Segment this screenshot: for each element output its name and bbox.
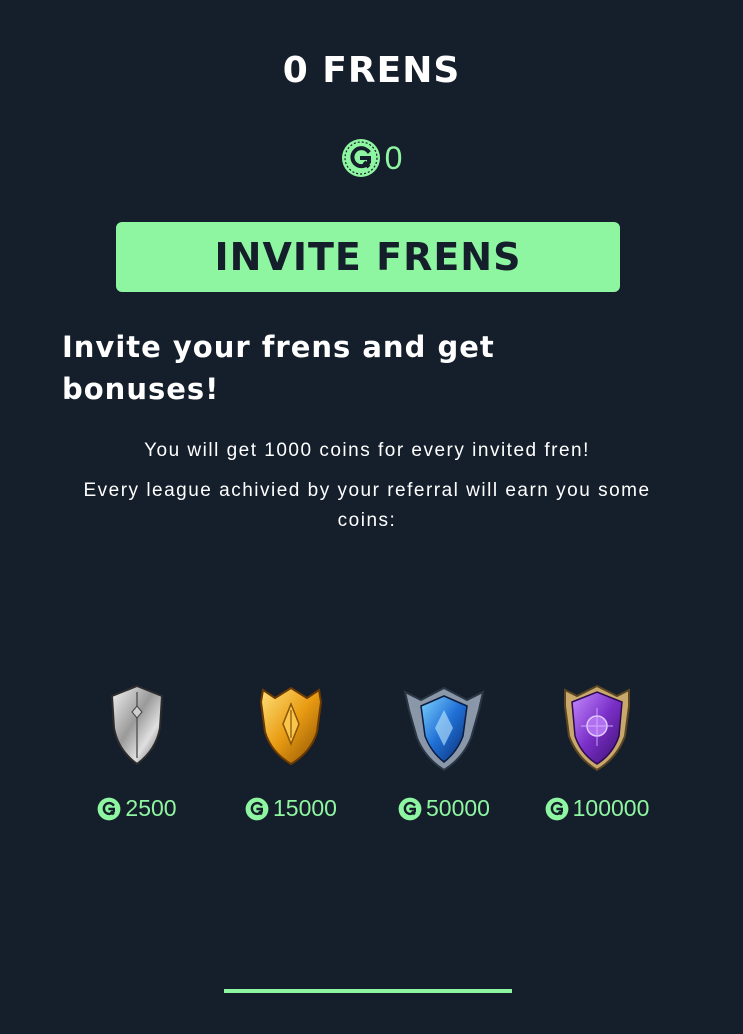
invite-frens-button[interactable]: INVITE FRENS: [116, 222, 620, 292]
coin-icon: [245, 797, 269, 821]
purple-shield-icon: [557, 680, 637, 778]
reward-value: 2500: [125, 795, 177, 821]
balance-value: 0: [384, 140, 403, 176]
silver-shield-icon: [102, 680, 172, 774]
league-rewards: 2500 15000 50000 100000: [60, 680, 700, 840]
coin-icon: [341, 138, 381, 178]
league-gold: 15000: [216, 680, 366, 830]
page-title: 0 FRENS: [282, 50, 461, 91]
invite-reward-text: You will get 1000 coins for every invite…: [144, 440, 590, 461]
coin-icon: [545, 797, 569, 821]
invite-headline: Invite your frens and get bonuses!: [62, 330, 495, 406]
reward: 2500: [62, 795, 212, 822]
league-reward-text: Every league achivied by your referral w…: [83, 480, 651, 531]
coin-icon: [398, 797, 422, 821]
home-indicator[interactable]: [224, 989, 512, 993]
reward-value: 15000: [273, 795, 337, 821]
frens-screen: 0 FRENS 0 INVITE FRENS Invite your frens…: [0, 0, 743, 1034]
reward: 15000: [216, 795, 366, 822]
reward-value: 100000: [572, 795, 650, 821]
coin-icon: [97, 797, 121, 821]
reward-value: 50000: [426, 795, 490, 821]
coin-balance: 0: [0, 138, 743, 178]
gold-shield-icon: [251, 680, 331, 774]
league-silver: 2500: [62, 680, 212, 830]
league-blue: 50000: [369, 680, 519, 830]
reward: 50000: [369, 795, 519, 822]
blue-shield-icon: [401, 680, 487, 778]
reward: 100000: [522, 795, 672, 822]
league-purple: 100000: [522, 680, 672, 830]
